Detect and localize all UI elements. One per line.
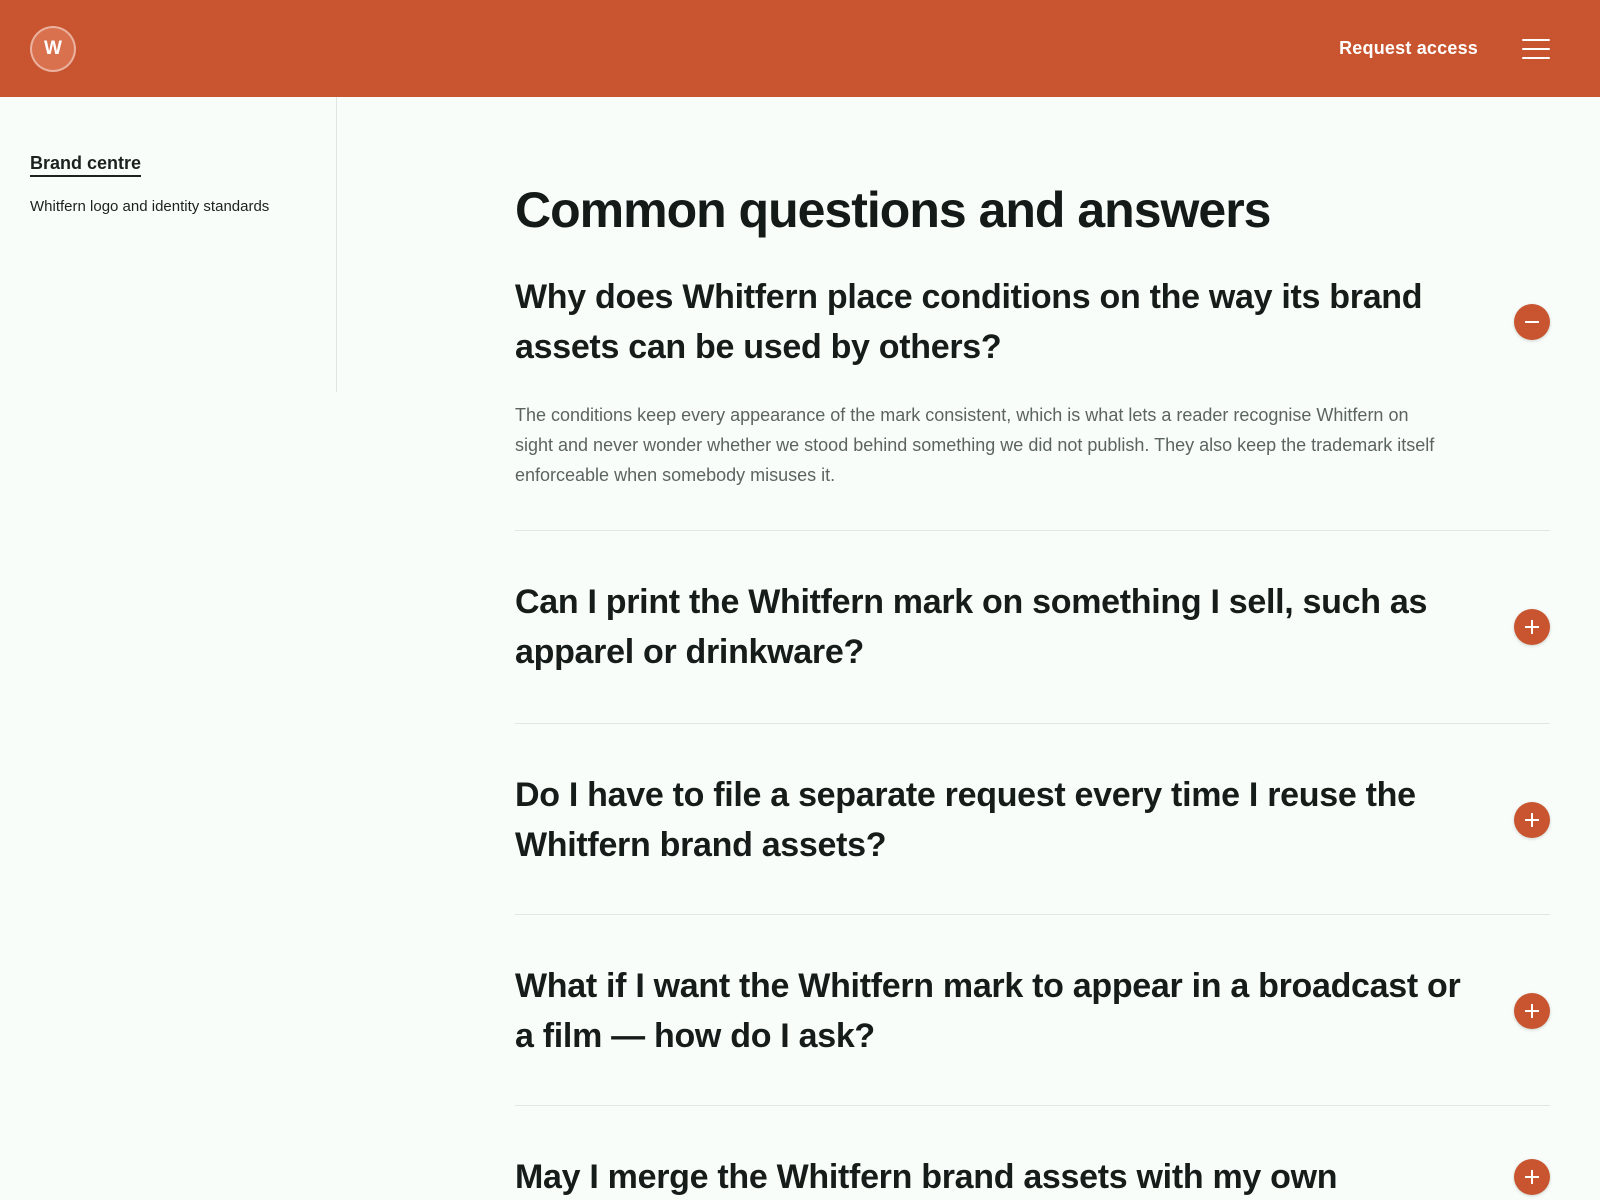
plus-circle-icon[interactable] bbox=[1514, 1159, 1550, 1195]
main-content: Common questions and answers Why does Wh… bbox=[515, 97, 1550, 1200]
plus-circle-icon[interactable] bbox=[1514, 609, 1550, 645]
faq-question: May I merge the Whitfern brand assets wi… bbox=[515, 1158, 1338, 1196]
faq-item: What if I want the Whitfern mark to appe… bbox=[515, 915, 1550, 1106]
faq-answer: The conditions keep every appearance of … bbox=[515, 405, 1435, 485]
logo-letter: W bbox=[44, 37, 62, 59]
top-right-actions: Request access bbox=[1339, 38, 1550, 59]
faq-question-row[interactable]: Do I have to file a separate request eve… bbox=[515, 770, 1550, 870]
faq-question-row[interactable]: May I merge the Whitfern brand assets wi… bbox=[515, 1152, 1550, 1200]
faq-item: Can I print the Whitfern mark on somethi… bbox=[515, 531, 1550, 724]
top-navigation-bar: W Request access bbox=[0, 0, 1600, 97]
minus-circle-icon[interactable] bbox=[1514, 304, 1550, 340]
sidebar-brand-centre-link[interactable]: Brand centre bbox=[30, 153, 142, 177]
faq-item: Why does Whitfern place conditions on th… bbox=[515, 240, 1550, 531]
menu-line bbox=[1522, 47, 1550, 50]
faq-question-row[interactable]: Can I print the Whitfern mark on somethi… bbox=[515, 577, 1550, 677]
faq-question: Can I print the Whitfern mark on somethi… bbox=[515, 583, 1428, 671]
sidebar: Brand centre Whitfern logo and identity … bbox=[0, 97, 337, 392]
menu-line bbox=[1522, 38, 1550, 41]
faq-item: Do I have to file a separate request eve… bbox=[515, 724, 1550, 915]
sidebar-subtitle: Whitfern logo and identity standards bbox=[30, 198, 270, 215]
faq-question: Why does Whitfern place conditions on th… bbox=[515, 278, 1423, 366]
hamburger-menu-icon[interactable] bbox=[1522, 38, 1550, 59]
faq-item: May I merge the Whitfern brand assets wi… bbox=[515, 1106, 1550, 1200]
page-title: Common questions and answers bbox=[515, 182, 1271, 238]
faq-question: Do I have to file a separate request eve… bbox=[515, 776, 1416, 864]
menu-line bbox=[1522, 56, 1550, 59]
faq-question-row[interactable]: Why does Whitfern place conditions on th… bbox=[515, 272, 1550, 372]
request-access-link[interactable]: Request access bbox=[1339, 38, 1478, 59]
plus-circle-icon[interactable] bbox=[1514, 993, 1550, 1029]
plus-circle-icon[interactable] bbox=[1514, 802, 1550, 838]
faq-question-row[interactable]: What if I want the Whitfern mark to appe… bbox=[515, 961, 1550, 1061]
faq-question: What if I want the Whitfern mark to appe… bbox=[515, 967, 1461, 1055]
whitfern-logo[interactable]: W bbox=[30, 25, 76, 72]
